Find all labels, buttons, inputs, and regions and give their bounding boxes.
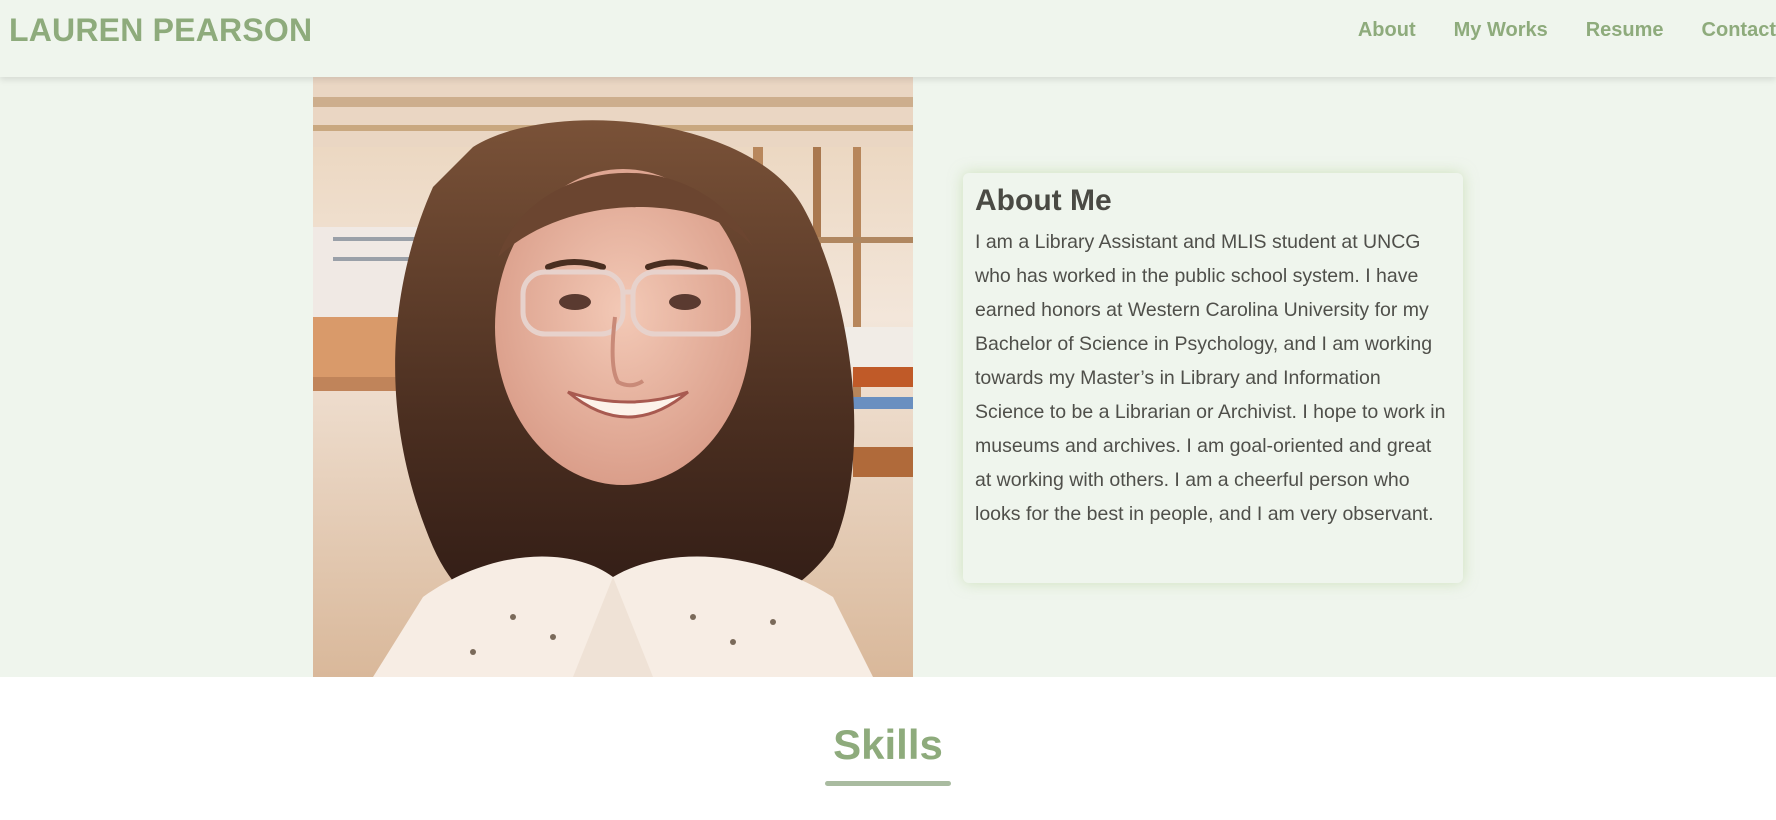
- hero-section: About Me I am a Library Assistant and ML…: [0, 77, 1776, 677]
- nav-resume[interactable]: Resume: [1586, 19, 1664, 42]
- about-paragraph: I am a Library Assistant and MLIS studen…: [975, 231, 1446, 525]
- top-navbar: LAUREN PEARSON About My Works Resume Con…: [0, 0, 1776, 77]
- profile-photo: [313, 77, 913, 677]
- about-card: About Me I am a Library Assistant and ML…: [963, 173, 1463, 583]
- nav-about[interactable]: About: [1358, 19, 1416, 42]
- skills-underline-divider: [825, 781, 951, 786]
- nav-links: About My Works Resume Contact: [1320, 19, 1776, 42]
- nav-contact[interactable]: Contact: [1702, 19, 1776, 42]
- nav-my-works[interactable]: My Works: [1454, 19, 1548, 42]
- site-brand[interactable]: LAUREN PEARSON: [9, 12, 312, 49]
- skills-section: Skills: [0, 677, 1776, 820]
- about-heading: About Me: [975, 184, 1112, 217]
- skills-heading: Skills: [833, 721, 943, 768]
